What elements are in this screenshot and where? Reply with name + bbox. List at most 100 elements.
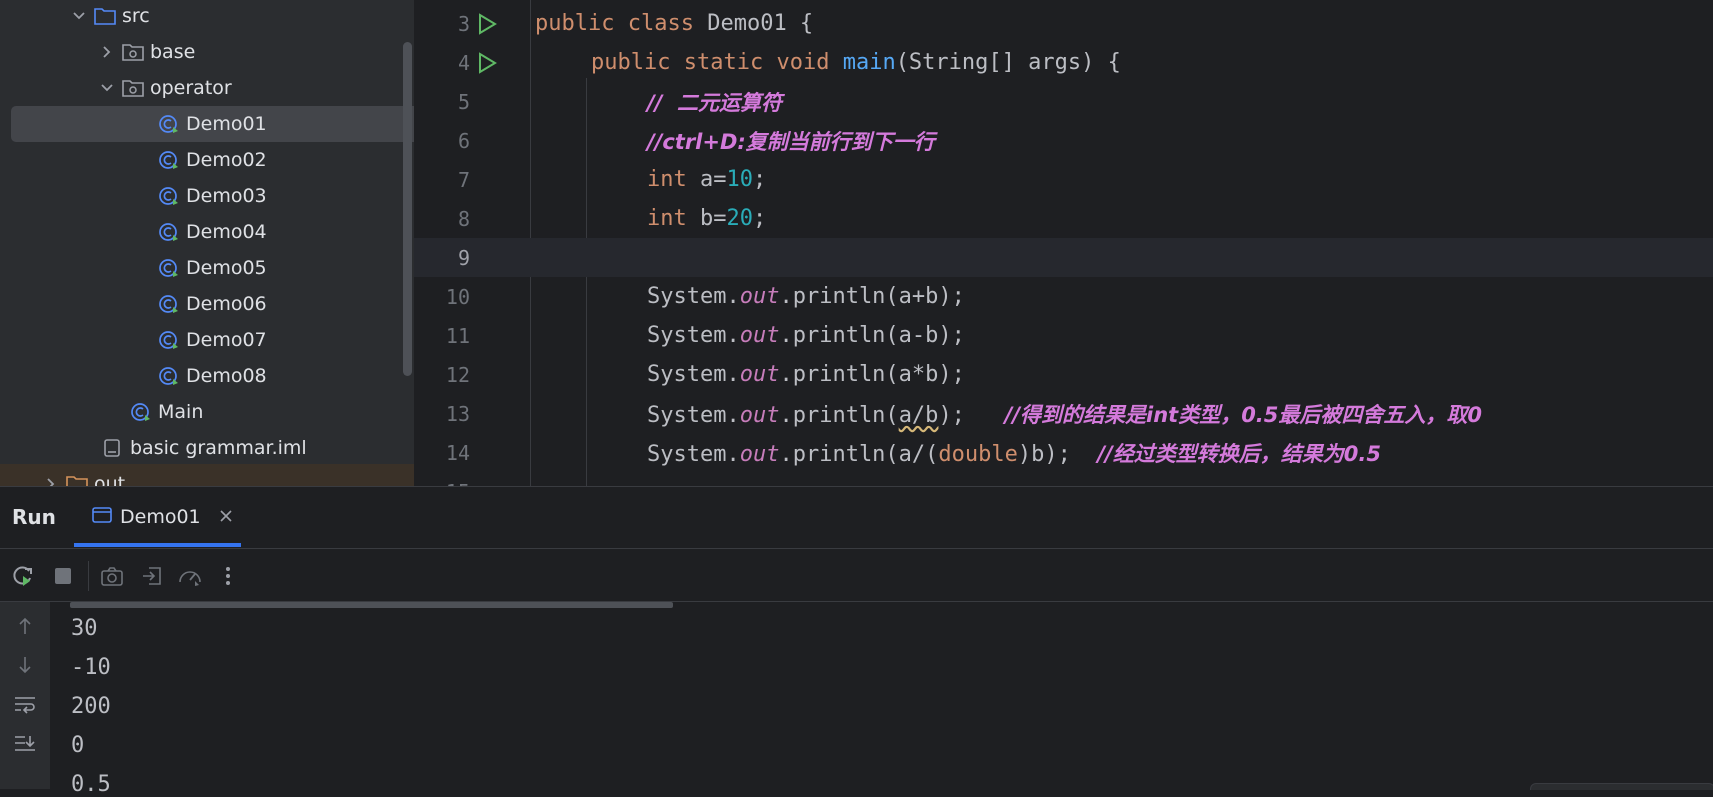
line-number: 6: [457, 128, 470, 153]
tree-item-label: Demo08: [186, 365, 267, 387]
java-class-icon: [158, 150, 180, 170]
folder-icon: [66, 474, 88, 486]
stop-icon[interactable]: [50, 564, 76, 588]
code-line[interactable]: 10 System.out.println(a+b);: [414, 277, 1713, 316]
code-line[interactable]: 12 System.out.println(a*b);: [414, 355, 1713, 394]
code-line[interactable]: 8 int b=20;: [414, 199, 1713, 238]
tree-item-label: Demo07: [186, 329, 267, 351]
tree-item-label: Demo02: [186, 149, 267, 171]
line-number: 12: [445, 362, 470, 387]
run-panel-header: Run Demo01: [0, 486, 1713, 548]
package-icon: [122, 78, 144, 98]
arrow-up-icon[interactable]: [12, 614, 38, 638]
code-text: public class Demo01 {: [535, 11, 814, 36]
code-line[interactable]: 4 public static void main(String[] args)…: [414, 43, 1713, 82]
line-number: 10: [445, 284, 470, 309]
code-line[interactable]: 3 public class Demo01 {: [414, 4, 1713, 43]
package-icon: [122, 42, 144, 62]
rerun-icon[interactable]: [10, 564, 36, 588]
close-icon[interactable]: [219, 508, 233, 527]
tab-demo01[interactable]: Demo01: [74, 487, 241, 547]
tree-scrollbar[interactable]: [403, 42, 412, 376]
tree-item-base[interactable]: base: [0, 34, 414, 70]
code-line[interactable]: 6 //ctrl+D:复制当前行到下一行: [414, 121, 1713, 160]
chevron-down-icon[interactable]: [100, 81, 114, 95]
tree-item-demo04[interactable]: Demo04: [0, 214, 414, 250]
line-number: 5: [457, 89, 470, 114]
camera-icon[interactable]: [99, 564, 125, 588]
code-line[interactable]: 13 System.out.println(a/b); //得到的结果是int类…: [414, 394, 1713, 433]
project-tree: src base operator Demo01 Demo02 Demo03 D…: [0, 0, 414, 486]
chevron-right-icon[interactable]: [44, 477, 58, 486]
java-class-icon: [158, 114, 180, 134]
code-line-current[interactable]: 9: [414, 238, 1713, 277]
java-class-icon: [158, 186, 180, 206]
speedometer-icon[interactable]: [177, 564, 203, 588]
code-text: System.out.println(a+b);: [647, 284, 965, 309]
console-output-line: -10: [71, 655, 111, 680]
java-class-icon: [130, 402, 152, 422]
console-output-line: 30: [71, 616, 98, 641]
tree-item-demo08[interactable]: Demo08: [0, 358, 414, 394]
chevron-down-icon[interactable]: [72, 9, 86, 23]
exit-icon[interactable]: [139, 564, 165, 588]
tree-item-label: out: [94, 473, 126, 486]
java-class-icon: [158, 258, 180, 278]
tree-item-demo02[interactable]: Demo02: [0, 142, 414, 178]
code-text: System.out.println(a-b);: [647, 323, 965, 348]
code-text: public static void main(String[] args) {: [591, 50, 1121, 75]
line-number: 11: [445, 323, 470, 348]
code-text: //ctrl+D:复制当前行到下一行: [647, 129, 935, 154]
line-number: 13: [445, 401, 470, 426]
module-file-icon: [102, 438, 124, 458]
soft-wrap-icon[interactable]: [12, 692, 38, 716]
scroll-to-end-icon[interactable]: [12, 731, 38, 755]
code-text: System.out.println(a/b); //得到的结果是int类型，0…: [647, 402, 1483, 428]
run-icon[interactable]: [476, 52, 498, 74]
code-line[interactable]: 15: [414, 472, 1713, 487]
tree-item-demo07[interactable]: Demo07: [0, 322, 414, 358]
code-line[interactable]: 7 int a=10;: [414, 160, 1713, 199]
line-number: 4: [457, 50, 470, 75]
tree-item-demo01[interactable]: Demo01: [0, 106, 414, 142]
console-gutter: [0, 602, 50, 789]
more-vertical-icon[interactable]: [215, 564, 241, 588]
tree-item-label: Demo05: [186, 257, 267, 279]
tree-item-demo06[interactable]: Demo06: [0, 286, 414, 322]
tree-item-label: operator: [150, 77, 232, 99]
console-horizontal-scrollbar[interactable]: [70, 602, 673, 608]
code-text: System.out.println(a/(double)b); //经过类型转…: [647, 441, 1381, 467]
line-number: 9: [457, 245, 470, 270]
run-toolbar: [0, 548, 1713, 602]
console-icon: [92, 506, 112, 528]
line-number: 3: [457, 11, 470, 36]
tree-item-label: basic grammar.iml: [130, 437, 307, 459]
chevron-right-icon[interactable]: [100, 45, 114, 59]
run-panel-title: Run: [12, 505, 56, 529]
code-text: System.out.println(a*b);: [647, 362, 965, 387]
run-icon[interactable]: [476, 13, 498, 35]
tree-item-demo03[interactable]: Demo03: [0, 178, 414, 214]
tree-item-label: src: [122, 5, 150, 27]
tree-item-operator[interactable]: operator: [0, 70, 414, 106]
tree-item-out[interactable]: out: [0, 466, 414, 486]
code-text: int a=10;: [647, 167, 767, 192]
line-number: 8: [457, 206, 470, 231]
console-output-line: 0: [71, 733, 85, 758]
tab-active-indicator: [74, 543, 241, 547]
tree-item-label: Demo01: [186, 113, 267, 135]
tree-item-label: Demo03: [186, 185, 267, 207]
tree-item-main[interactable]: Main: [0, 394, 414, 430]
code-line[interactable]: 5 // 二元运算符: [414, 82, 1713, 121]
code-line[interactable]: 11 System.out.println(a-b);: [414, 316, 1713, 355]
tree-item-iml[interactable]: basic grammar.iml: [0, 430, 414, 466]
tree-item-label: base: [150, 41, 196, 63]
tree-item-src[interactable]: src: [0, 0, 414, 34]
tree-item-demo05[interactable]: Demo05: [0, 250, 414, 286]
code-editor[interactable]: 3 public class Demo01 { 4 public static …: [414, 0, 1713, 486]
console-output-line: 200: [71, 694, 111, 719]
code-line[interactable]: 14 System.out.println(a/(double)b); //经过…: [414, 433, 1713, 472]
java-class-icon: [158, 294, 180, 314]
line-number: 14: [445, 440, 470, 465]
arrow-down-icon[interactable]: [12, 653, 38, 677]
